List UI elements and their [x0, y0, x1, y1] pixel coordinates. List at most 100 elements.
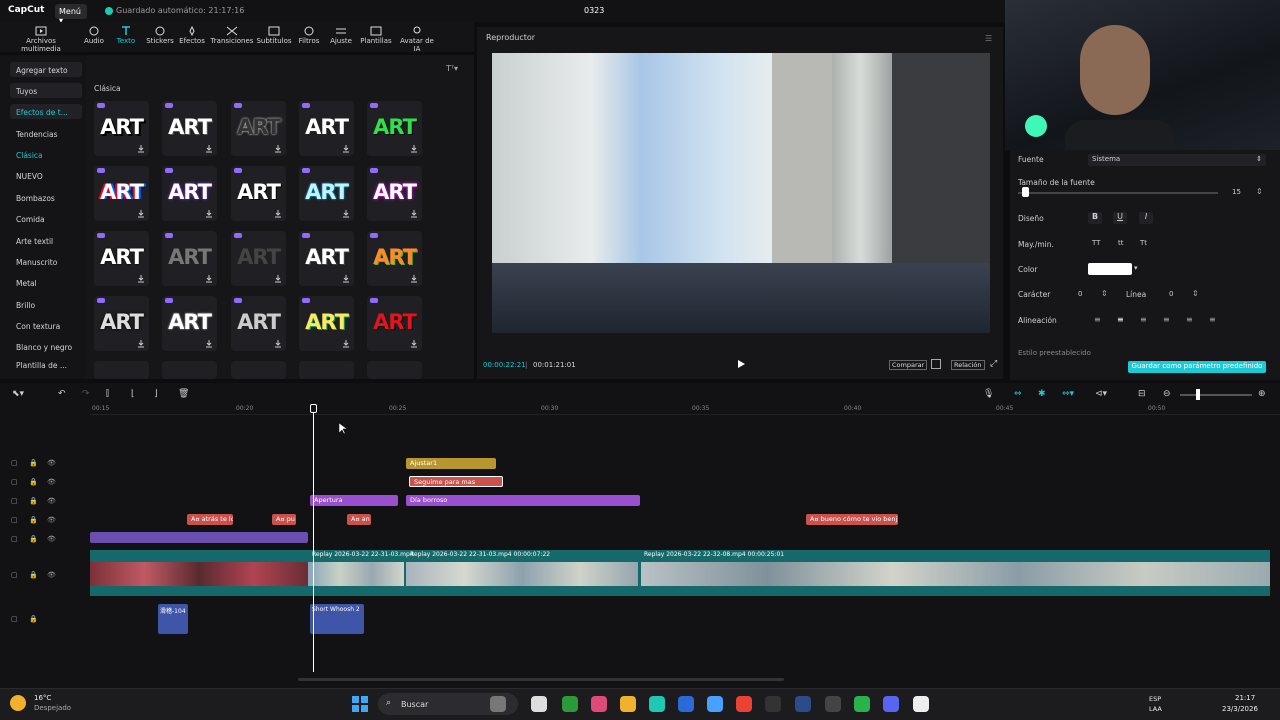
lock-icon[interactable]: 🔒	[29, 571, 38, 579]
store-icon[interactable]	[678, 696, 694, 712]
font-size-slider[interactable]	[1018, 192, 1218, 194]
download-icon[interactable]	[410, 340, 418, 348]
text-clip-2[interactable]: A¤ pu	[272, 514, 296, 525]
nav-textile[interactable]: Arte textil	[16, 237, 53, 246]
nav-trending[interactable]: Tendencias	[16, 130, 58, 139]
text-effect-card-partial[interactable]	[94, 361, 149, 379]
track-type-icon[interactable]: ▢	[11, 615, 18, 623]
save-default-button[interactable]: Guardar como parámetro predefinido	[1128, 361, 1266, 373]
underline-button[interactable]: U	[1113, 212, 1127, 224]
font-size-slider-handle[interactable]	[1022, 187, 1029, 197]
track-type-icon[interactable]: ▢	[11, 497, 18, 505]
visibility-icon[interactable]: 👁	[47, 478, 56, 486]
text-effect-card[interactable]: ART	[367, 101, 422, 156]
char-spacing-stepper[interactable]: ⇕	[1101, 289, 1108, 298]
trim-left-icon[interactable]: ⌊	[131, 389, 135, 399]
download-icon[interactable]	[410, 210, 418, 218]
text-effect-card[interactable]: ART	[299, 231, 354, 286]
tab-subtitles[interactable]: Subtítulos	[256, 26, 292, 45]
tab-templates[interactable]: Plantillas	[359, 26, 393, 45]
visibility-icon[interactable]: 👁	[47, 571, 56, 579]
fit-icon[interactable]: ⊟	[1138, 389, 1146, 399]
capcut-taskbar-icon[interactable]	[913, 696, 929, 712]
track-type-icon[interactable]: ▢	[11, 535, 18, 543]
filter-icon[interactable]: Tᵀ▾	[446, 64, 458, 73]
text-effect-card[interactable]: ART	[299, 296, 354, 351]
text-effect-card[interactable]: ART	[299, 166, 354, 221]
menu-button[interactable]: Menú ▾	[55, 4, 87, 25]
lock-icon[interactable]: 🔒	[29, 459, 38, 467]
nav-bombs[interactable]: Bombazos	[16, 194, 55, 203]
nav-add-text[interactable]: Agregar texto	[16, 66, 68, 75]
obs-icon[interactable]	[825, 696, 841, 712]
track-type-icon[interactable]: ▢	[11, 571, 18, 579]
undo-icon[interactable]: ↶	[58, 389, 66, 399]
align-option-icon[interactable]: ≡	[1209, 315, 1216, 324]
text-effect-card[interactable]: ART	[94, 296, 149, 351]
lock-icon[interactable]: 🔒	[29, 516, 38, 524]
text-clip-4[interactable]: A¤ bueno cómo te vio benja	[806, 514, 898, 525]
adjust-clip[interactable]: Ajustar1	[406, 458, 496, 469]
effect-clip-dia-borroso[interactable]: Día borroso	[406, 495, 640, 506]
audio-clip-2[interactable]: Short Whoosh 2	[310, 604, 364, 634]
tab-effects[interactable]: Efectos	[178, 26, 206, 45]
epic-icon[interactable]	[765, 696, 781, 712]
playhead-handle[interactable]	[310, 404, 317, 413]
select-tool-icon[interactable]: ⬉▾	[12, 389, 24, 399]
align-option-icon[interactable]: ≡	[1117, 315, 1124, 324]
text-effect-card[interactable]: ART	[94, 231, 149, 286]
lock-icon[interactable]: 🔒	[29, 497, 38, 505]
download-icon[interactable]	[137, 210, 145, 218]
player-menu-icon[interactable]: ☰	[985, 34, 992, 43]
visibility-icon[interactable]: 👁	[47, 497, 56, 505]
nav-bw[interactable]: Blanco y negro	[16, 343, 72, 352]
magnet-icon[interactable]: ✱	[1038, 389, 1046, 399]
preview-axis-icon[interactable]: ⊲▾	[1095, 389, 1107, 399]
text-effect-card[interactable]: ART	[231, 101, 286, 156]
nvidia-icon[interactable]	[562, 696, 578, 712]
tab-filters[interactable]: Filtros	[297, 26, 321, 45]
fullscreen-icon[interactable]: ⤢	[990, 359, 997, 369]
nav-food[interactable]: Comida	[16, 215, 45, 224]
weather-icon[interactable]	[10, 695, 26, 711]
text-effect-card[interactable]: ART	[162, 231, 217, 286]
whatsapp-icon[interactable]	[854, 696, 870, 712]
text-effect-card-partial[interactable]	[231, 361, 286, 379]
text-effect-card[interactable]: ART	[231, 296, 286, 351]
nav-glow[interactable]: Brillo	[16, 301, 35, 310]
download-icon[interactable]	[205, 340, 213, 348]
download-icon[interactable]	[410, 145, 418, 153]
text-effect-card[interactable]: ART	[231, 231, 286, 286]
video-clip-3[interactable]	[406, 562, 638, 586]
font-size-stepper[interactable]: ⇕	[1256, 187, 1263, 196]
italic-button[interactable]: I	[1139, 212, 1153, 224]
text-effect-card-partial[interactable]	[367, 361, 422, 379]
color-swatch[interactable]	[1088, 263, 1132, 275]
delete-icon[interactable]: 🗑	[178, 389, 189, 399]
playhead[interactable]	[313, 410, 314, 672]
download-icon[interactable]	[274, 340, 282, 348]
lock-icon[interactable]: 🔒	[29, 478, 38, 486]
download-icon[interactable]	[342, 275, 350, 283]
windows-start-icon[interactable]	[352, 696, 368, 712]
steam-icon[interactable]	[795, 696, 811, 712]
nav-text-effects[interactable]: Efectos de t...	[16, 108, 68, 117]
nav-template[interactable]: Plantilla de ...	[16, 361, 67, 370]
download-icon[interactable]	[137, 340, 145, 348]
visibility-icon[interactable]: 👁	[47, 459, 56, 467]
nav-yours[interactable]: Tuyos	[16, 87, 37, 96]
zoom-in-icon[interactable]: ⊕	[1258, 389, 1266, 399]
lowercase-button[interactable]: tt	[1118, 239, 1124, 247]
text-effect-card[interactable]: ART	[162, 166, 217, 221]
tab-stickers[interactable]: Stickers	[145, 26, 175, 45]
visibility-icon[interactable]: 👁	[47, 535, 56, 543]
visibility-icon[interactable]: 👁	[47, 516, 56, 524]
text-effect-card-partial[interactable]	[162, 361, 217, 379]
text-effect-card[interactable]: ART	[299, 101, 354, 156]
line-spacing-stepper[interactable]: ⇕	[1192, 289, 1199, 298]
nav-classic[interactable]: Clásica	[16, 151, 43, 160]
edge-icon[interactable]	[649, 696, 665, 712]
char-spacing-value[interactable]: 0	[1078, 290, 1082, 298]
text-effect-card[interactable]: ART	[94, 166, 149, 221]
lang-2[interactable]: LAA	[1149, 705, 1162, 713]
